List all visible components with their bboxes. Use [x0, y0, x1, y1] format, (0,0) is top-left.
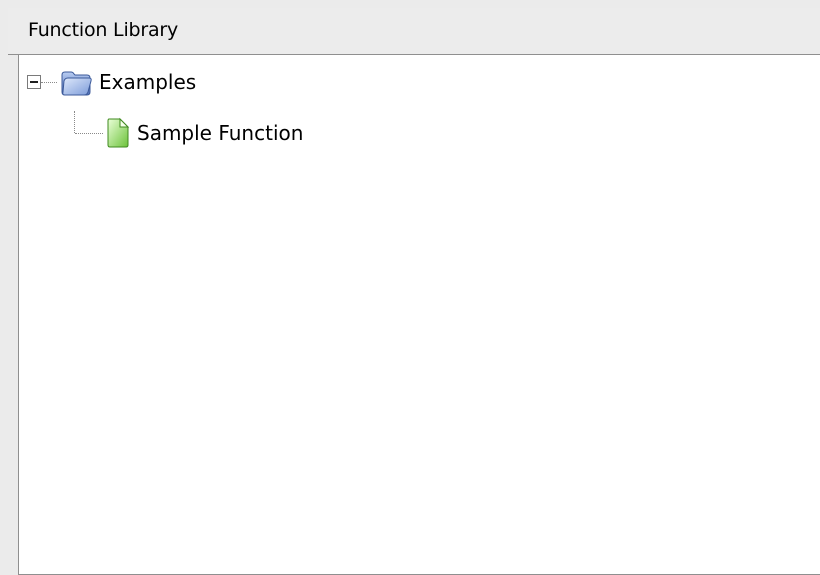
tree-connector — [41, 81, 57, 83]
collapse-toggle-icon[interactable] — [27, 75, 41, 89]
folder-icon — [59, 67, 93, 97]
tree-node-label: Examples — [99, 70, 197, 94]
document-icon — [105, 117, 131, 149]
tree-connector-vertical — [74, 111, 75, 133]
tree-node-sample-function[interactable]: Sample Function — [105, 115, 303, 151]
tree-node-examples[interactable]: Examples — [27, 64, 196, 100]
function-tree[interactable]: Examples Sample Function — [18, 55, 820, 575]
panel-title: Function Library — [28, 19, 179, 41]
tree-connector-horizontal — [75, 133, 103, 134]
tree-node-label: Sample Function — [137, 121, 304, 145]
function-library-panel: Function Library Examples Sample Functio… — [0, 0, 820, 575]
panel-header: Function Library — [8, 8, 820, 55]
